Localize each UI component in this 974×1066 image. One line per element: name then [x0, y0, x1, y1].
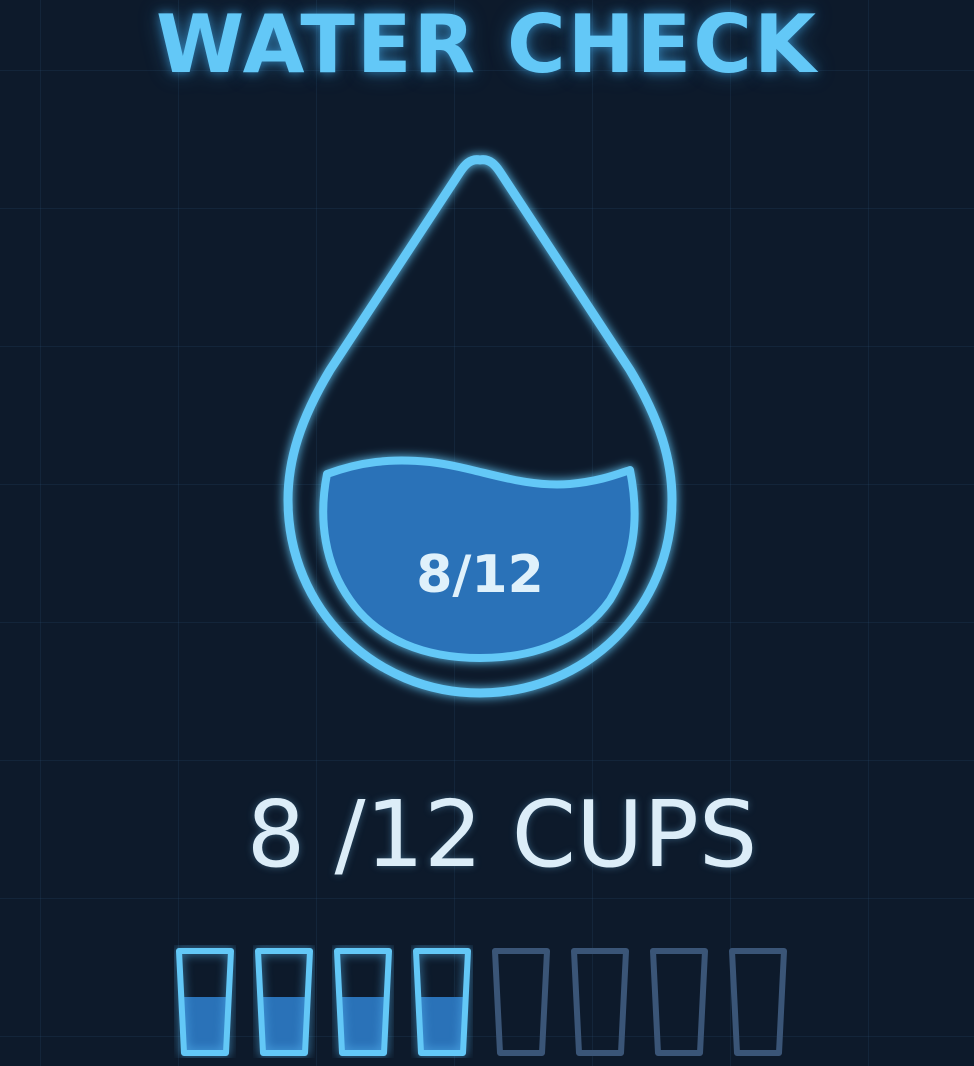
- cup-icon-8-empty: [727, 945, 789, 1058]
- cups-progress-row: [174, 945, 794, 1060]
- drop-progress-label: 8/12: [416, 545, 544, 605]
- cup-icon-5-empty: [490, 945, 552, 1058]
- cup-water: [181, 997, 229, 1051]
- cup-outline: [729, 948, 787, 1056]
- water-drop-icon: [283, 155, 677, 698]
- cup-icon-4-filled: [411, 945, 473, 1058]
- cup-water: [418, 997, 466, 1051]
- cup-icon-6-empty: [569, 945, 631, 1058]
- cup-icon-7-empty: [648, 945, 710, 1058]
- cup-outline: [571, 948, 629, 1056]
- cup-icon-3-filled: [332, 945, 394, 1058]
- cup-icon-1-filled: [174, 945, 236, 1058]
- cup-outline: [492, 948, 550, 1056]
- cup-icon-2-filled: [253, 945, 315, 1058]
- cups-summary: 8 /12 CUPS: [246, 781, 758, 888]
- cup-water: [260, 997, 308, 1051]
- water-drop-gauge: 8/12: [0, 0, 974, 1066]
- cup-water: [339, 997, 387, 1051]
- cup-outline: [650, 948, 708, 1056]
